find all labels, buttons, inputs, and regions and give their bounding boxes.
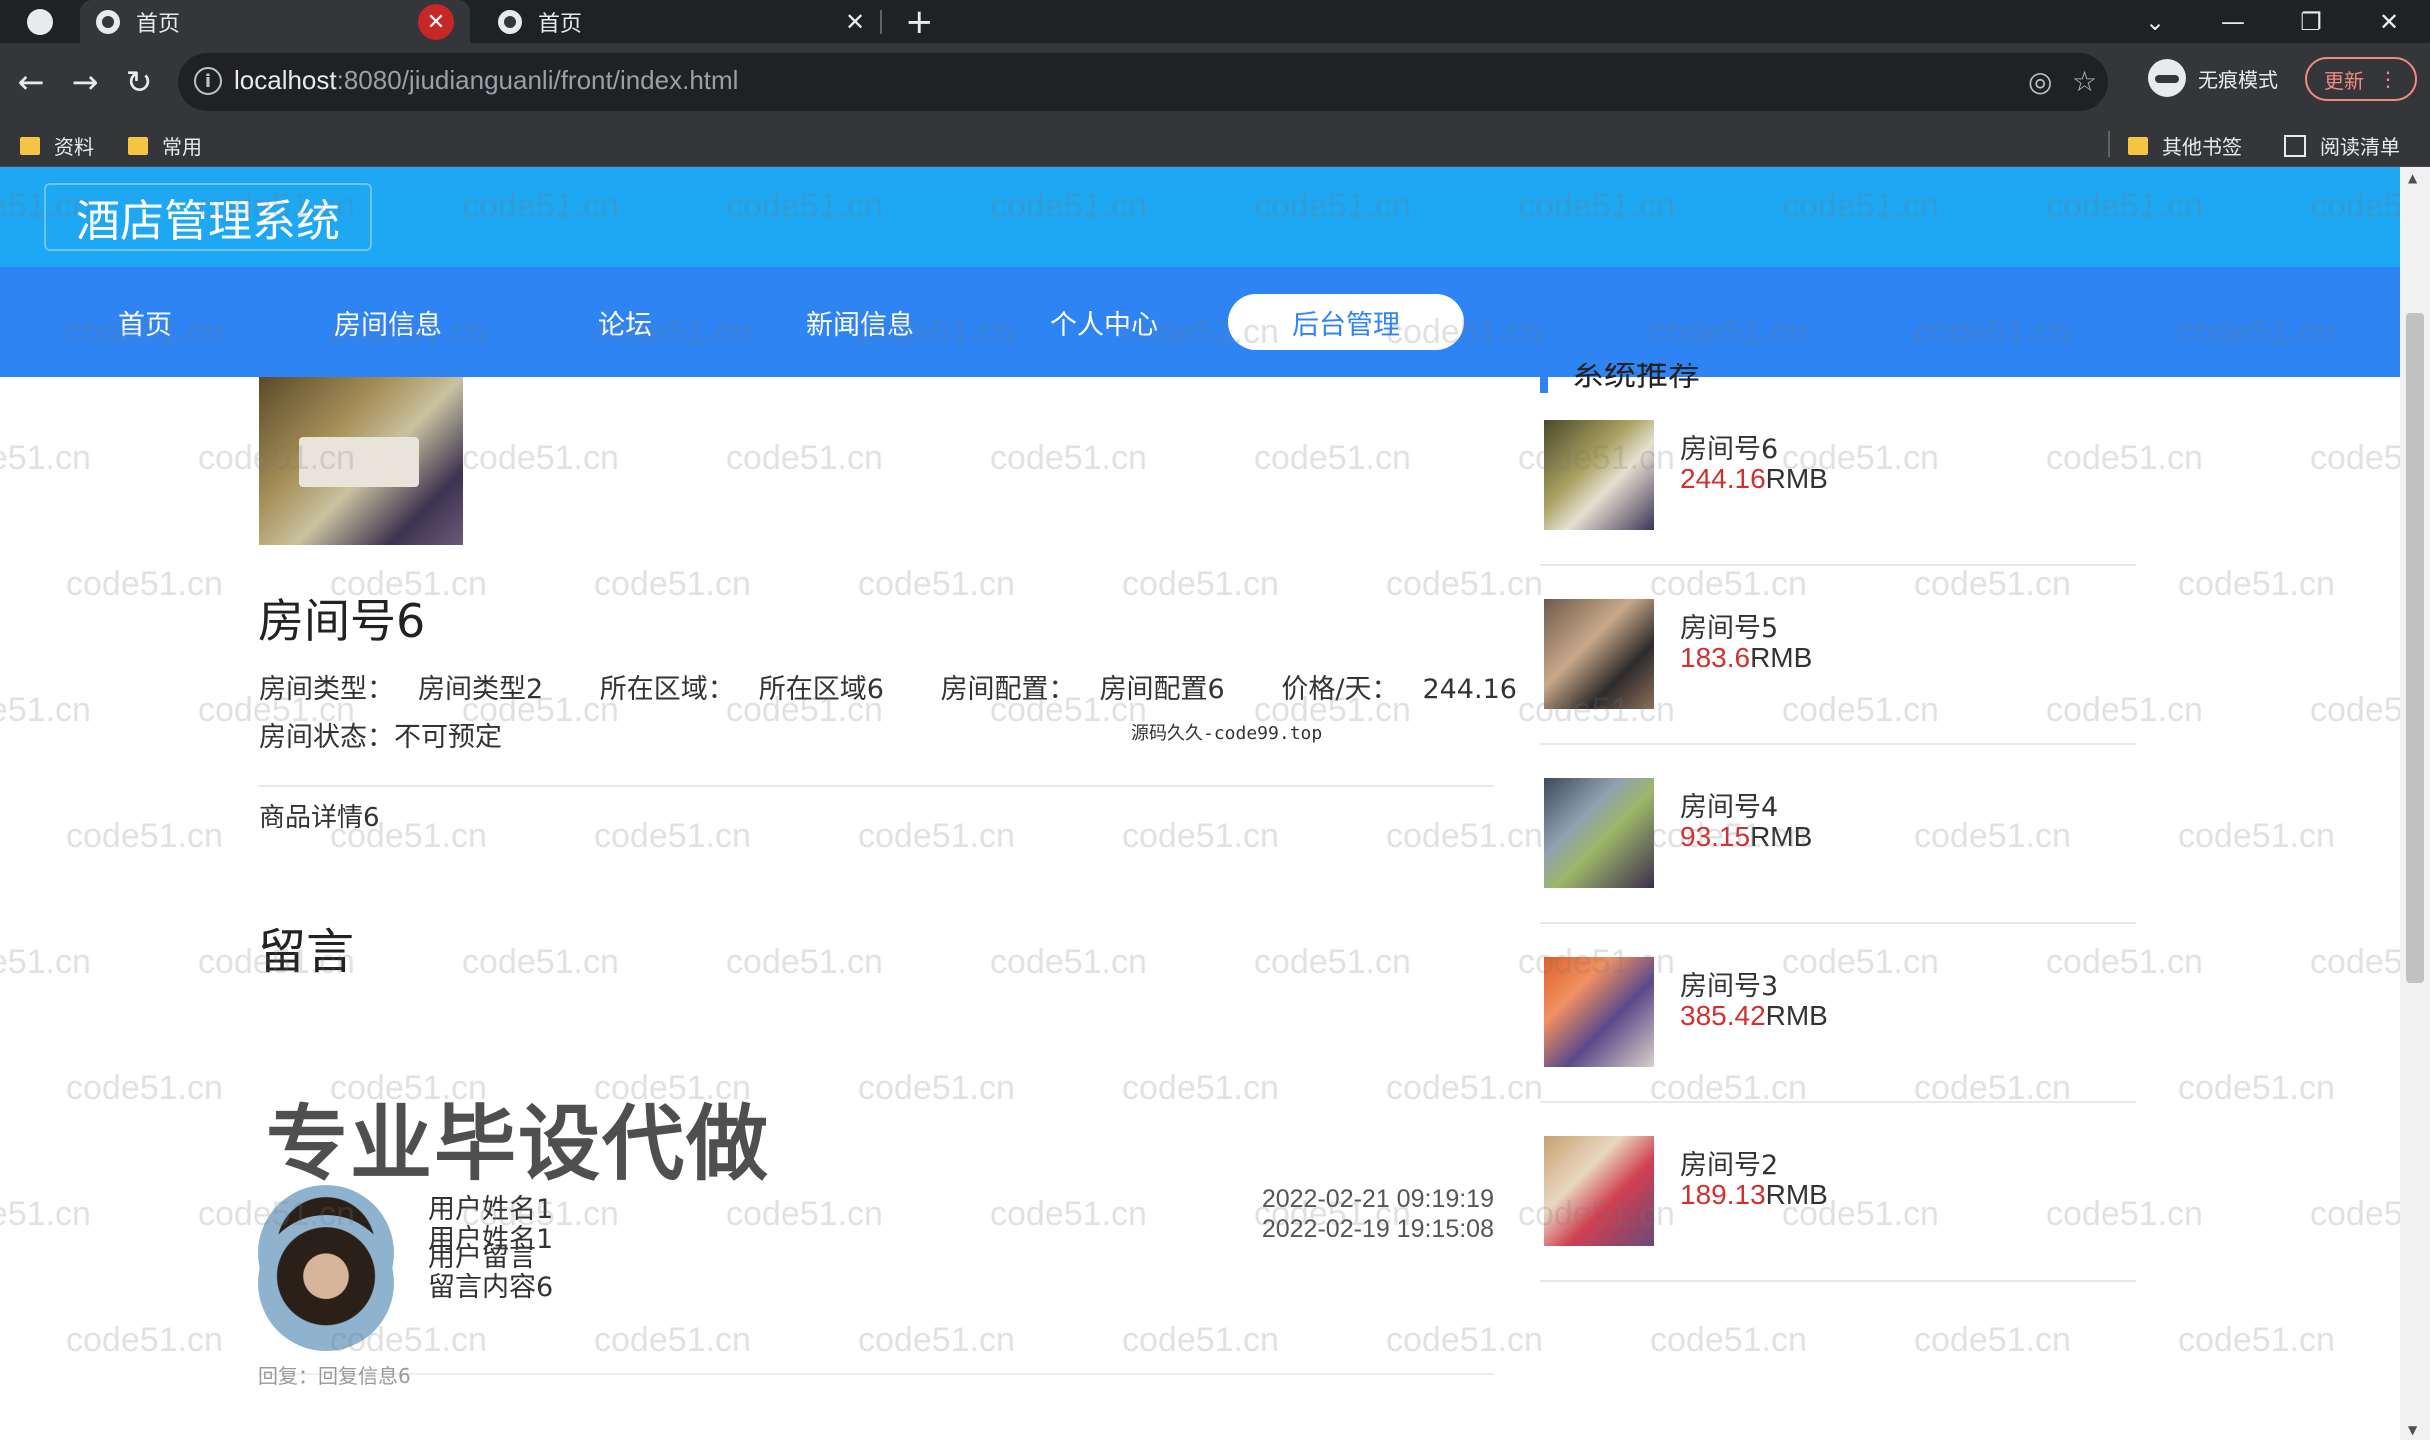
folder-icon	[128, 136, 148, 155]
browser-tab-2[interactable]: 首页 ✕	[480, 0, 880, 43]
comments-title: 留言	[258, 924, 355, 980]
site-logo[interactable]: 酒店管理系统	[44, 183, 372, 251]
recommend-name[interactable]: 房间号2	[1680, 1143, 1778, 1182]
avatar	[258, 1215, 394, 1351]
globe-icon	[498, 9, 522, 34]
eye-off-icon[interactable]: ◎	[2028, 65, 2052, 98]
forward-icon[interactable]: →	[62, 59, 108, 105]
incognito-badge[interactable]: 无痕模式	[2148, 59, 2278, 97]
reading-list-icon	[2284, 134, 2306, 157]
address-bar[interactable]: i localhost:8080/jiudianguanli/front/ind…	[178, 53, 2108, 111]
room-thumbnail[interactable]	[1544, 1136, 1654, 1246]
room-attributes: 房间类型： 房间类型2 所在区域： 所在区域6 房间配置： 房间配置6 价格/天： 24…	[259, 674, 1517, 705]
recommend-name[interactable]: 房间号4	[1680, 785, 1778, 824]
comment-text: 留言内容6	[428, 1272, 554, 1303]
bookmarks-separator	[2108, 131, 2110, 157]
recommend-name[interactable]: 房间号3	[1680, 964, 1778, 1003]
recommend-item[interactable]: 房间号4 93.15RMB	[1540, 745, 2136, 924]
recommend-price: 189.13RMB	[1680, 1179, 1828, 1210]
tab-title: 首页	[136, 11, 181, 37]
recommend-price: 385.42RMB	[1680, 1000, 1828, 1031]
site-header: 酒店管理系统	[0, 167, 2400, 267]
folder-icon	[20, 136, 40, 155]
room-title: 房间号6	[258, 594, 426, 648]
restore-icon[interactable]: ❐	[2272, 0, 2350, 43]
recommend-price: 183.6RMB	[1680, 642, 1813, 673]
recommend-name[interactable]: 房间号5	[1680, 606, 1778, 645]
close-window-icon[interactable]: ✕	[2350, 0, 2428, 43]
tab-close-icon[interactable]: ✕	[845, 8, 865, 36]
tab-search-icon[interactable]: ⌄	[2116, 0, 2194, 43]
tab-title: 首页	[538, 11, 583, 37]
scroll-down-icon[interactable]: ▼	[2408, 1423, 2417, 1437]
recommend-price: 244.16RMB	[1680, 463, 1828, 494]
divider	[258, 1373, 1494, 1375]
reading-list[interactable]: 阅读清单	[2284, 131, 2400, 160]
browser-menu-icon[interactable]	[0, 0, 80, 43]
comment-user: 用户姓名1	[428, 1224, 554, 1255]
reload-icon[interactable]: ↻	[116, 59, 162, 105]
url-text[interactable]: localhost:8080/jiudianguanli/front/index…	[234, 65, 738, 96]
nav-home[interactable]: 首页	[118, 267, 172, 377]
other-bookmarks[interactable]: 其他书签	[2128, 131, 2242, 160]
tab-close-icon[interactable]: ✕	[418, 4, 454, 40]
room-thumbnail[interactable]	[1544, 420, 1654, 530]
room-image	[259, 377, 463, 545]
scroll-up-icon[interactable]: ▲	[2408, 171, 2417, 185]
back-icon[interactable]: ←	[8, 59, 54, 105]
main-nav: 首页 房间信息 论坛 新闻信息 个人中心 后台管理	[0, 267, 2400, 377]
bookmark-folder[interactable]: 常用	[128, 131, 202, 160]
recommend-item[interactable]: 房间号3 385.42RMB	[1540, 924, 2136, 1103]
nav-news[interactable]: 新闻信息	[806, 267, 914, 377]
room-thumbnail[interactable]	[1544, 599, 1654, 709]
update-button[interactable]: 更新 ⋮	[2305, 57, 2417, 101]
room-thumbnail[interactable]	[1544, 778, 1654, 888]
browser-tab-1[interactable]: 首页	[80, 0, 470, 43]
divider	[258, 785, 1494, 787]
comment-reply: 回复：回复信息6	[258, 1364, 411, 1388]
new-tab-icon[interactable]: +	[905, 2, 934, 42]
overlay-ad-text: 专业毕设代做	[266, 1097, 771, 1192]
incognito-icon	[2148, 59, 2186, 97]
globe-icon	[96, 9, 120, 34]
browser-toolbar: ← → ↻ i localhost:8080/jiudianguanli/fro…	[0, 43, 2430, 121]
star-icon[interactable]: ☆	[2072, 65, 2097, 98]
page-scrollbar[interactable]: ▲ ▼	[2400, 167, 2430, 1440]
recommend-item[interactable]: 房间号6 244.16RMB	[1540, 387, 2136, 566]
scroll-thumb[interactable]	[2406, 313, 2424, 983]
recommend-price: 93.15RMB	[1680, 821, 1813, 852]
folder-icon	[2128, 136, 2148, 155]
tab-separator	[880, 10, 882, 34]
browser-tab-bar: 首页 ✕ 首页 ✕ + ⌄ — ❐ ✕	[0, 0, 2430, 43]
comment-date: 2022-02-21 09:19:19	[1261, 1185, 1494, 1213]
recommend-item[interactable]: 房间号5 183.6RMB	[1540, 566, 2136, 745]
bookmark-folder[interactable]: 资料	[20, 131, 94, 160]
recommend-name[interactable]: 房间号6	[1680, 427, 1778, 466]
nav-rooms[interactable]: 房间信息	[334, 267, 442, 377]
recommend-item[interactable]: 房间号2 189.13RMB	[1540, 1103, 2136, 1282]
room-status: 房间状态：不可预定	[259, 722, 502, 753]
web-page: 酒店管理系统 首页 房间信息 论坛 新闻信息 个人中心 后台管理 房间号6 房间…	[0, 167, 2400, 1440]
room-detail: 商品详情6	[259, 803, 380, 833]
site-info-icon[interactable]: i	[194, 67, 222, 95]
minimize-icon[interactable]: —	[2194, 0, 2272, 43]
room-thumbnail[interactable]	[1544, 957, 1654, 1067]
comment-date: 2022-02-19 19:15:08	[1261, 1215, 1494, 1243]
nav-forum[interactable]: 论坛	[598, 267, 652, 377]
nav-admin[interactable]: 后台管理	[1228, 294, 1464, 350]
nav-profile[interactable]: 个人中心	[1050, 267, 1158, 377]
small-watermark: 源码久久-code99.top	[1131, 723, 1323, 744]
bookmarks-bar: 资料 常用 其他书签 阅读清单	[0, 121, 2430, 167]
